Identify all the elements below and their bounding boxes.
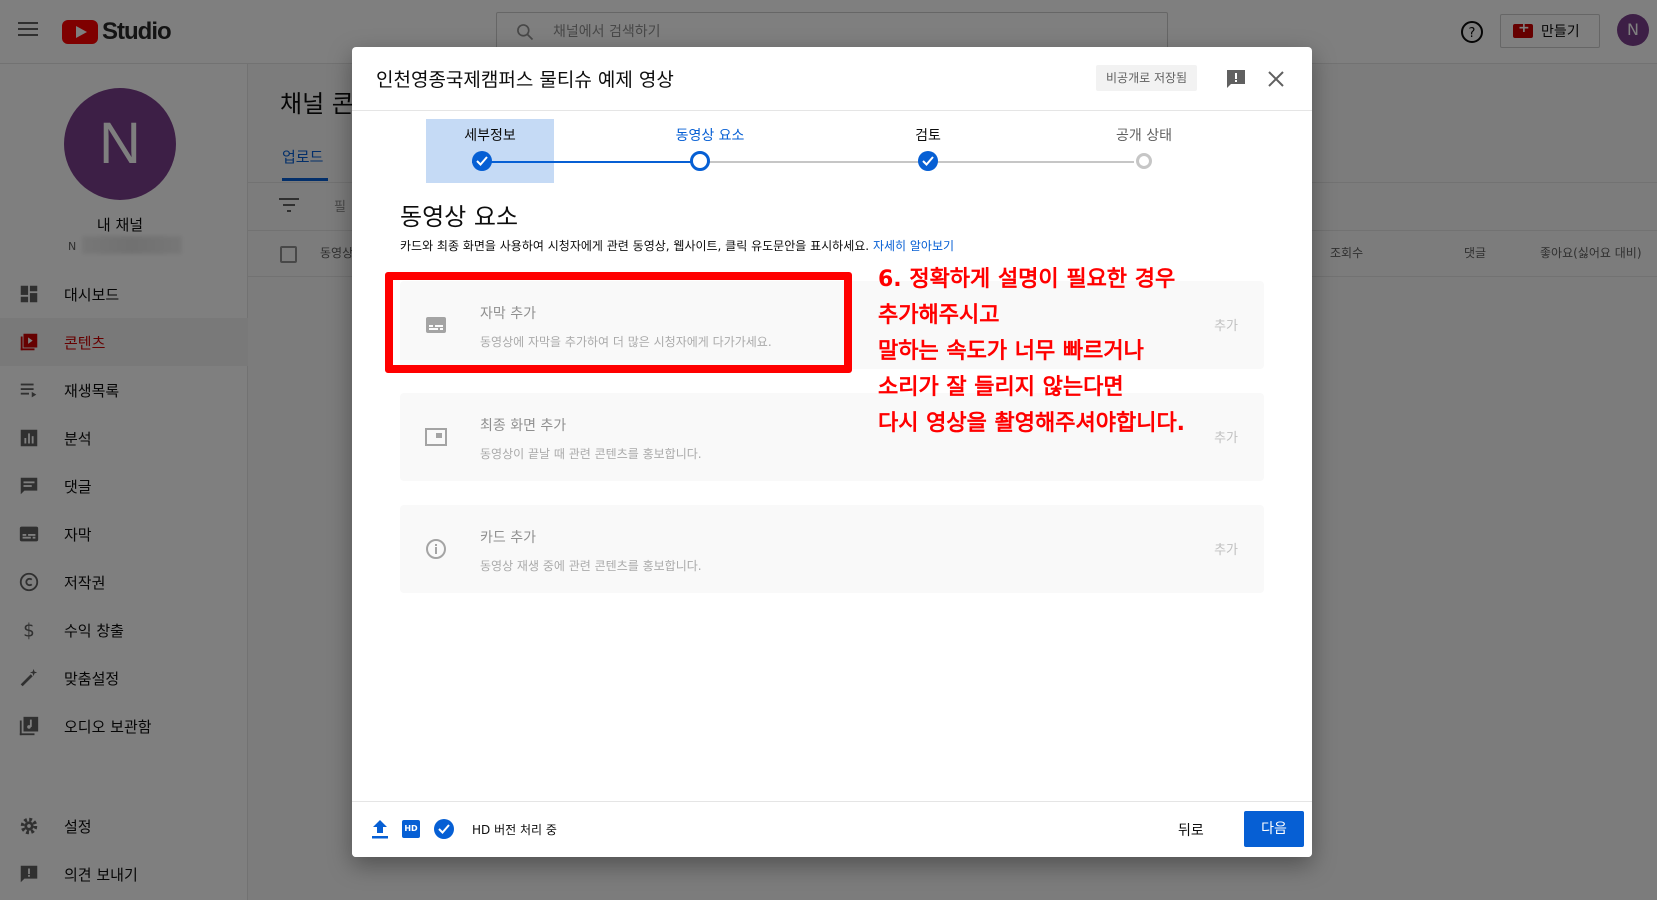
add-cards-button[interactable]: 추가 [1214,539,1238,558]
annotation-line: 추가해주시고 [878,303,1000,328]
upload-icon [372,820,388,839]
step-connector [700,161,1134,163]
step-details-check-icon[interactable] [472,151,492,171]
card-title: 최종 화면 추가 [480,418,567,434]
saved-status-badge: 비공개로 저장됨 [1096,65,1198,91]
back-button[interactable]: 뒤로 [1178,820,1204,840]
step-checks-check-icon[interactable] [918,151,938,171]
card-subtitle: 동영상이 끝날 때 관련 콘텐츠를 홍보합니다. [480,447,702,461]
step-connector [472,161,700,163]
check-circle-icon [434,819,454,839]
step-details-label[interactable]: 세부정보 [420,125,560,145]
annotation-line: 말하는 속도가 너무 빠르거나 [878,339,1144,364]
dialog-header: 인천영종국제캠퍼스 물티슈 예제 영상 비공개로 저장됨 [352,47,1312,111]
step-checks-label[interactable]: 검토 [858,125,998,145]
report-feedback-icon[interactable] [1224,67,1248,91]
learn-more-link[interactable]: 자세히 알아보기 [873,239,954,253]
annotation-line: 소리가 잘 들리지 않는다면 [878,375,1124,400]
section-title: 동영상 요소 [400,203,519,231]
description-text: 카드와 최종 화면을 사용하여 시청자에게 관련 동영상, 웹사이트, 클릭 유… [400,239,873,253]
hd-badge-icon: HD [402,820,420,838]
annotation-line: 다시 영상을 촬영해주셔야합니다. [878,411,1186,436]
highlight-box [385,272,852,373]
card-title: 카드 추가 [480,530,536,546]
next-button[interactable]: 다음 [1244,811,1304,847]
step-video-elements-label[interactable]: 동영상 요소 [640,125,780,145]
processing-status: HD 버전 처리 중 [472,823,557,837]
step-visibility-label[interactable]: 공개 상태 [1074,125,1214,145]
close-icon[interactable] [1266,69,1286,89]
step-visibility-dot[interactable] [1136,153,1152,169]
dialog-title: 인천영종국제캠퍼스 물티슈 예제 영상 [376,69,674,91]
step-video-elements-dot[interactable] [690,151,710,171]
upload-dialog: 인천영종국제캠퍼스 물티슈 예제 영상 비공개로 저장됨 세부정보 동영상 요소… [352,47,1312,857]
end-screen-icon [425,428,447,446]
add-cards-card[interactable]: 카드 추가 동영상 재생 중에 관련 콘텐츠를 홍보합니다. 추가 [400,505,1264,593]
info-icon [426,539,446,559]
card-subtitle: 동영상 재생 중에 관련 콘텐츠를 홍보합니다. [480,559,702,573]
section-description: 카드와 최종 화면을 사용하여 시청자에게 관련 동영상, 웹사이트, 클릭 유… [400,237,954,254]
annotation-note: 6. 정확하게 설명이 필요한 경우 추가해주시고 말하는 속도가 너무 빠르거… [878,262,1238,442]
dialog-footer: HD HD 버전 처리 중 뒤로 다음 [352,801,1312,857]
annotation-line: 6. 정확하게 설명이 필요한 경우 [878,267,1176,292]
